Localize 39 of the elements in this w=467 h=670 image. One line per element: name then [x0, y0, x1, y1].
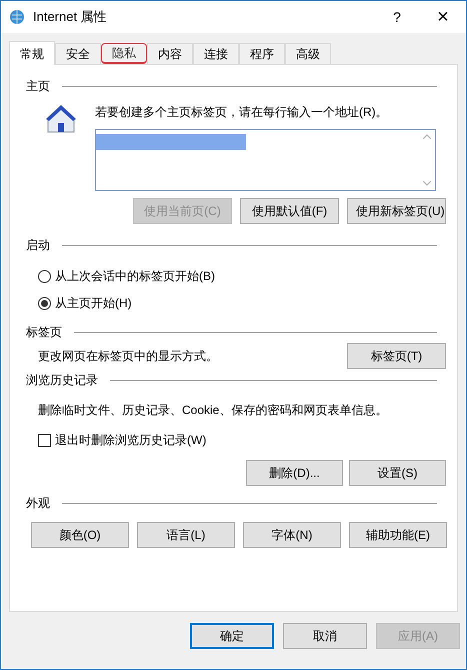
dialog-button[interactable]: 取消	[283, 623, 367, 649]
group-heading: 外观	[26, 495, 50, 512]
group-heading: 主页	[26, 78, 50, 95]
group-heading: 浏览历史记录	[26, 372, 98, 389]
dialog-button[interactable]: 使用新标签页(U)	[347, 198, 446, 224]
tab[interactable]: 程序	[239, 43, 285, 64]
scroll-down-icon[interactable]	[423, 181, 431, 186]
dialog-button[interactable]: 辅助功能(E)	[349, 522, 447, 548]
globe-icon	[9, 9, 25, 25]
instruction-text: 若要创建多个主页标签页，请在每行输入一个地址(R)。	[95, 104, 389, 121]
group-heading: 标签页	[26, 324, 62, 341]
dialog-button[interactable]: 标签页(T)	[347, 343, 446, 369]
checkbox-label[interactable]: 退出时删除浏览历史记录(W)	[55, 431, 206, 449]
checkbox[interactable]	[38, 434, 51, 446]
help-button[interactable]: ?	[374, 1, 420, 33]
dialog-button[interactable]: 语言(L)	[137, 522, 235, 548]
radio-button[interactable]	[38, 296, 51, 310]
tab[interactable]: 内容	[147, 43, 193, 64]
dialog-button[interactable]: 设置(S)	[349, 460, 446, 486]
tab[interactable]: 连接	[193, 43, 239, 64]
tab[interactable]: 常规	[9, 41, 55, 65]
dialog-button[interactable]: 字体(N)	[243, 522, 341, 548]
tab[interactable]: 隐私	[101, 43, 147, 64]
tab[interactable]: 高级	[285, 43, 331, 64]
dialog-button[interactable]: 确定	[190, 623, 274, 649]
dialog-button[interactable]: 颜色(O)	[31, 522, 129, 548]
dialog-button[interactable]: 使用默认值(F)	[240, 198, 339, 224]
radio-button[interactable]	[38, 270, 51, 282]
tab[interactable]: 安全	[55, 43, 101, 64]
description-text: 删除临时文件、历史记录、Cookie、保存的密码和网页表单信息。	[37, 402, 388, 419]
description-text: 更改网页在标签页中的显示方式。	[38, 348, 218, 365]
radio-label[interactable]: 从上次会话中的标签页开始(B)	[55, 267, 215, 285]
radio-label[interactable]: 从主页开始(H)	[55, 294, 132, 312]
address-field[interactable]	[95, 129, 436, 191]
scroll-up-icon[interactable]	[423, 134, 431, 139]
close-button[interactable]: ×	[420, 1, 466, 33]
window-title: Internet 属性	[33, 8, 107, 26]
group-heading: 启动	[26, 237, 50, 254]
dialog-button[interactable]: 删除(D)...	[246, 460, 343, 486]
